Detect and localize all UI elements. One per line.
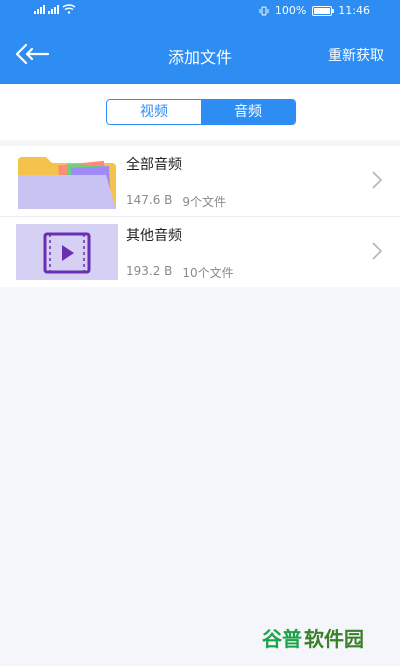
tab-bar-container: 视频 音频 <box>0 84 400 140</box>
watermark-logo: 谷普 软件园 <box>262 627 364 651</box>
folder-title: 全部音频 <box>126 157 182 173</box>
folder-icon <box>16 153 118 209</box>
file-count: 10个文件 <box>182 266 234 280</box>
signal-icon <box>48 4 59 14</box>
chevron-right-icon <box>372 242 383 260</box>
clock: 11:46 <box>338 4 370 17</box>
signal-indicators <box>34 4 76 14</box>
folder-meta: 147.6 B 9个文件 <box>126 193 226 210</box>
list-item[interactable]: 全部音频 147.6 B 9个文件 <box>0 146 400 217</box>
status-bar: 100% 11:46 <box>0 0 400 22</box>
svg-text:谷普: 谷普 <box>262 627 302 651</box>
wifi-icon <box>62 4 76 14</box>
signal-icon <box>34 4 45 14</box>
segmented-tabs: 视频 音频 <box>106 99 296 125</box>
folder-meta: 193.2 B 10个文件 <box>126 264 234 281</box>
status-right: 100% 11:46 <box>259 4 370 17</box>
video-file-icon <box>16 224 118 280</box>
tab-audio[interactable]: 音频 <box>201 100 295 124</box>
list-item[interactable]: 其他音频 193.2 B 10个文件 <box>0 217 400 287</box>
nav-bar: 添加文件 重新获取 <box>0 32 400 76</box>
folder-list: 全部音频 147.6 B 9个文件 其他音频 193.2 B 10个文件 <box>0 146 400 287</box>
folder-size: 147.6 B <box>126 193 173 207</box>
folder-title: 其他音频 <box>126 228 182 244</box>
folder-size: 193.2 B <box>126 264 173 278</box>
battery-percent: 100% <box>274 4 307 17</box>
app-header: 100% 11:46 添加文件 重新获取 <box>0 0 400 84</box>
tab-video[interactable]: 视频 <box>107 100 201 124</box>
refresh-button[interactable]: 重新获取 <box>328 45 384 65</box>
vibrate-icon <box>259 6 269 15</box>
svg-text:软件园: 软件园 <box>304 627 364 651</box>
file-count: 9个文件 <box>182 195 227 209</box>
battery-icon <box>312 5 335 16</box>
chevron-right-icon <box>372 171 383 189</box>
